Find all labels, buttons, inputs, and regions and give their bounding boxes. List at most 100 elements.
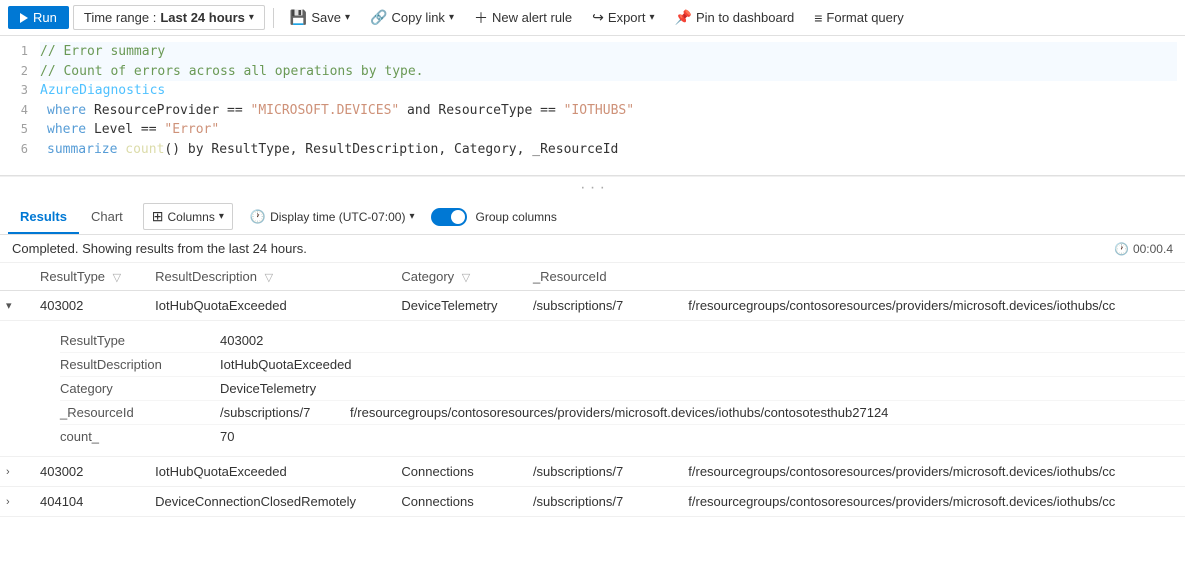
new-alert-rule-button[interactable]: ＋ New alert rule (466, 4, 580, 32)
col-header-resource-id[interactable]: _ResourceId (521, 263, 1185, 291)
clock-icon: 🕐 (250, 209, 266, 225)
results-table: ResultType ▽ ResultDescription ▽ Categor… (0, 263, 1185, 517)
expanded-field-result-type: ResultType 403002 (60, 329, 1185, 353)
cell-result-description: IotHubQuotaExceeded (143, 457, 389, 487)
cell-result-type: 403002 (28, 457, 143, 487)
code-line-6: 6 summarize count() by ResultType, Resul… (0, 140, 1185, 160)
group-columns-toggle[interactable] (431, 208, 467, 226)
code-line-2: 2 // Count of errors across all operatio… (0, 62, 1185, 82)
status-bar: Completed. Showing results from the last… (0, 235, 1185, 263)
new-alert-label: New alert rule (492, 10, 572, 25)
chevron-down-icon: ▾ (249, 12, 254, 23)
expand-cell[interactable]: ▾ (0, 291, 28, 321)
status-detail: Showing results from the last 24 hours. (82, 241, 307, 256)
cell-category: DeviceTelemetry (389, 291, 521, 321)
copy-link-label: Copy link (391, 10, 444, 25)
results-section: Results Chart ⊞ Columns ▾ 🕐 Display time… (0, 199, 1185, 583)
format-query-button[interactable]: ≡ Format query (806, 6, 911, 30)
col-header-category[interactable]: Category ▽ (389, 263, 521, 291)
results-tabs-bar: Results Chart ⊞ Columns ▾ 🕐 Display time… (0, 199, 1185, 235)
chevron-down-icon-link: ▾ (449, 12, 454, 23)
format-icon: ≡ (814, 10, 822, 26)
code-line-1: 1 // Error summary (0, 42, 1185, 62)
clock-icon-status: 🕐 (1114, 242, 1129, 256)
columns-label: Columns (168, 210, 215, 224)
group-columns-label: Group columns (475, 210, 556, 224)
tab-chart[interactable]: Chart (79, 201, 135, 234)
cell-category: Connections (389, 487, 521, 517)
toolbar-separator-1 (273, 8, 274, 28)
export-icon: ↪ (592, 9, 604, 26)
status-completed: Completed. (12, 241, 78, 256)
cell-result-type: 403002 (28, 291, 143, 321)
col-header-result-description[interactable]: ResultDescription ▽ (143, 263, 389, 291)
pin-label: Pin to dashboard (696, 10, 794, 25)
format-label: Format query (826, 10, 903, 25)
expanded-field-result-desc: ResultDescription IotHubQuotaExceeded (60, 353, 1185, 377)
save-label: Save (311, 10, 341, 25)
columns-icon: ⊞ (152, 208, 164, 225)
expanded-field-count: count_ 70 (60, 425, 1185, 448)
link-icon: 🔗 (370, 9, 387, 26)
time-range-label: Time range : (84, 10, 157, 25)
chevron-down-icon-save: ▾ (345, 12, 350, 23)
plus-icon: ＋ (474, 8, 488, 28)
results-tab-label: Results (20, 209, 67, 224)
filter-icon-result-type[interactable]: ▽ (113, 272, 121, 284)
pin-dashboard-button[interactable]: 📌 Pin to dashboard (667, 5, 803, 30)
copy-link-button[interactable]: 🔗 Copy link ▾ (362, 5, 462, 30)
save-button[interactable]: 💾 Save ▾ (282, 5, 358, 30)
cell-result-type: 404104 (28, 487, 143, 517)
pin-icon: 📌 (675, 9, 692, 26)
code-line-5: 5 where Level == "Error" (0, 120, 1185, 140)
expand-cell[interactable]: › (0, 457, 28, 487)
play-icon (20, 13, 28, 23)
table-row[interactable]: › 404104 DeviceConnectionClosedRemotely … (0, 487, 1185, 517)
col-header-result-type[interactable]: ResultType ▽ (28, 263, 143, 291)
results-controls: ⊞ Columns ▾ 🕐 Display time (UTC-07:00) ▾… (143, 203, 557, 230)
tab-results[interactable]: Results (8, 201, 79, 234)
drag-handle[interactable]: · · · (0, 176, 1185, 199)
run-label: Run (33, 10, 57, 25)
cell-result-description: IotHubQuotaExceeded (143, 291, 389, 321)
cell-result-description: DeviceConnectionClosedRemotely (143, 487, 389, 517)
collapse-button[interactable]: ▾ (4, 297, 14, 314)
main-content: 1 // Error summary 2 // Count of errors … (0, 36, 1185, 583)
chevron-down-icon-time: ▾ (409, 211, 414, 222)
table-header-row: ResultType ▽ ResultDescription ▽ Categor… (0, 263, 1185, 291)
expanded-row-detail: ResultType 403002 ResultDescription IotH… (0, 321, 1185, 457)
chevron-down-icon-columns: ▾ (219, 211, 224, 222)
expanded-field-category: Category DeviceTelemetry (60, 377, 1185, 401)
expanded-field-resource-id: _ResourceId /subscriptions/7 f/resourceg… (60, 401, 1185, 425)
table-body: ▾ 403002 IotHubQuotaExceeded DeviceTelem… (0, 291, 1185, 517)
expand-button[interactable]: › (4, 464, 12, 480)
time-range-button[interactable]: Time range : Last 24 hours ▾ (73, 5, 265, 30)
save-icon: 💾 (290, 9, 307, 26)
cell-category: Connections (389, 457, 521, 487)
display-time-button[interactable]: 🕐 Display time (UTC-07:00) ▾ (241, 204, 424, 230)
chevron-down-icon-export: ▾ (649, 12, 654, 23)
time-range-value: Last 24 hours (160, 10, 245, 25)
export-label: Export (608, 10, 646, 25)
expand-button[interactable]: › (4, 494, 12, 510)
export-button[interactable]: ↪ Export ▾ (584, 5, 662, 30)
run-button[interactable]: Run (8, 6, 69, 29)
code-line-4: 4 where ResourceProvider == "MICROSOFT.D… (0, 101, 1185, 121)
table-row[interactable]: ▾ 403002 IotHubQuotaExceeded DeviceTelem… (0, 291, 1185, 321)
expanded-cell: ResultType 403002 ResultDescription IotH… (0, 321, 1185, 457)
columns-button[interactable]: ⊞ Columns ▾ (143, 203, 233, 230)
filter-icon-category[interactable]: ▽ (462, 272, 470, 284)
toolbar: Run Time range : Last 24 hours ▾ 💾 Save … (0, 0, 1185, 36)
results-table-container[interactable]: ResultType ▽ ResultDescription ▽ Categor… (0, 263, 1185, 583)
time-value: 00:00.4 (1133, 242, 1173, 256)
cell-resource-id: /subscriptions/7 f/resourcegroups/contos… (521, 487, 1185, 517)
code-editor[interactable]: 1 // Error summary 2 // Count of errors … (0, 36, 1185, 176)
filter-icon-desc[interactable]: ▽ (265, 272, 273, 284)
display-time-label: Display time (UTC-07:00) (270, 210, 405, 224)
status-message: Completed. Showing results from the last… (12, 241, 307, 256)
expanded-inner: ResultType 403002 ResultDescription IotH… (0, 321, 1185, 456)
cell-resource-id: /subscriptions/7 f/resourcegroups/contos… (521, 457, 1185, 487)
expand-header (0, 263, 28, 291)
table-row[interactable]: › 403002 IotHubQuotaExceeded Connections… (0, 457, 1185, 487)
expand-cell[interactable]: › (0, 487, 28, 517)
